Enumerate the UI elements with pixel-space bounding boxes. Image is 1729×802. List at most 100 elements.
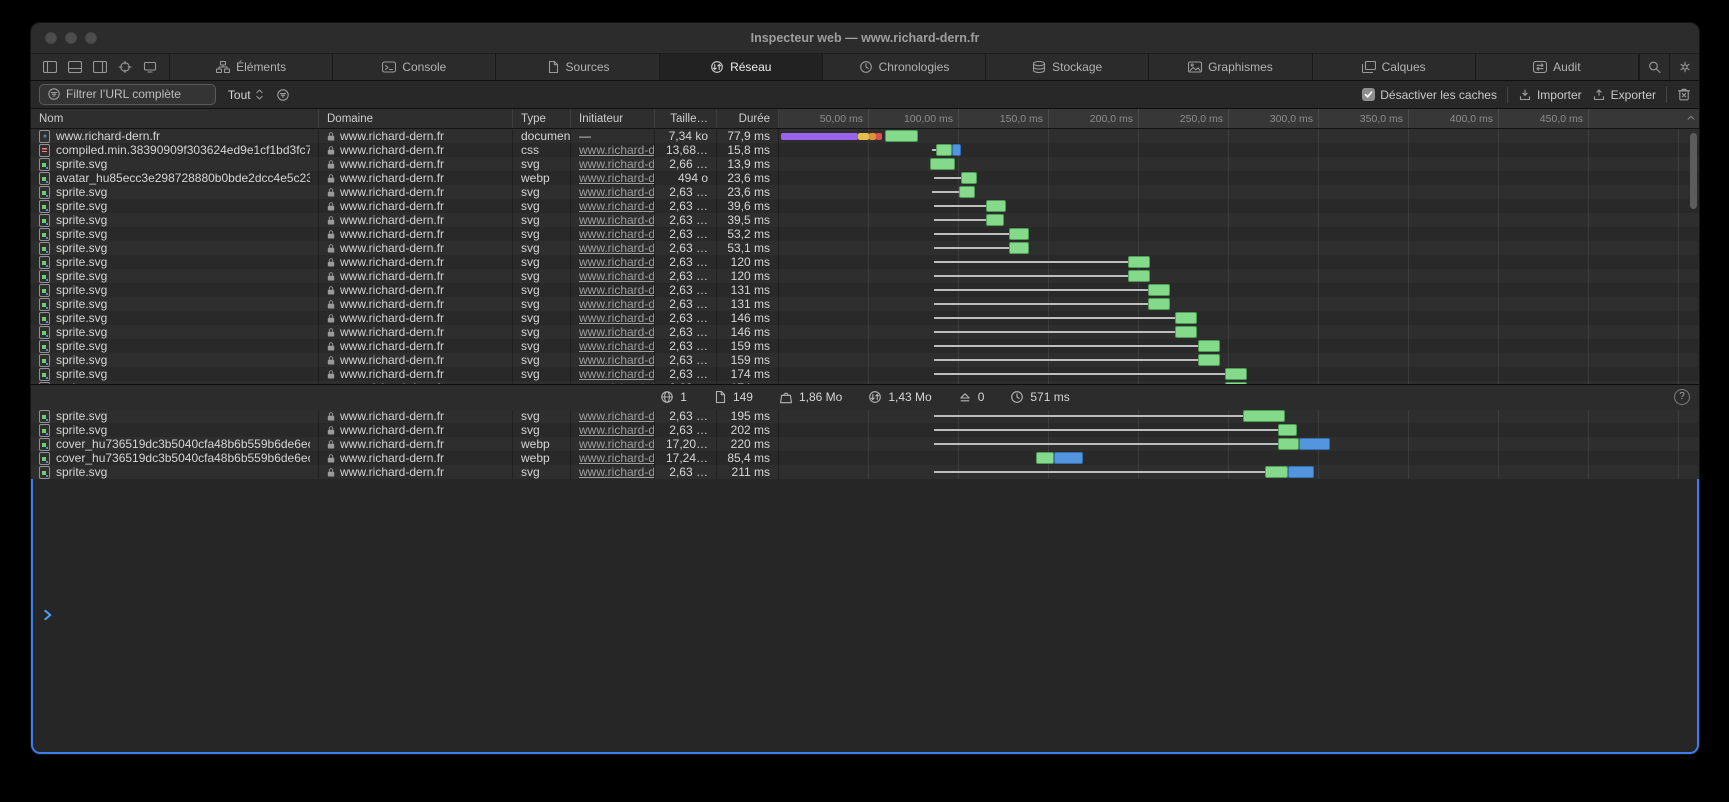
resource-initiator[interactable]: www.richard-d… [579, 227, 655, 241]
resource-initiator[interactable]: www.richard-d… [579, 297, 655, 311]
dock-right-icon[interactable] [93, 61, 107, 73]
table-row[interactable]: compiled.min.38390909f303624ed9e1cf1bd3f… [31, 143, 1699, 157]
close-button[interactable] [45, 32, 57, 44]
dock-left-icon[interactable] [43, 61, 57, 73]
resource-initiator[interactable]: www.richard-d… [579, 339, 655, 353]
resource-initiator[interactable]: www.richard-d… [579, 311, 655, 325]
resource-initiator[interactable]: — [579, 129, 591, 143]
table-row[interactable]: sprite.svg www.richard-dern.fr svg www.r… [31, 283, 1699, 297]
resource-name: sprite.svg [56, 241, 107, 255]
console-prompt[interactable] [31, 476, 1699, 755]
clear-network-icon[interactable] [1677, 88, 1691, 101]
column-header-type[interactable]: Type [513, 109, 571, 128]
scroll-top-icon[interactable] [1686, 112, 1696, 124]
table-row[interactable]: sprite.svg www.richard-dern.fr svg www.r… [31, 311, 1699, 325]
table-row[interactable]: sprite.svg www.richard-dern.fr svg www.r… [31, 353, 1699, 367]
waterfall-green-segment [1148, 298, 1170, 310]
resource-initiator[interactable]: www.richard-d… [579, 283, 655, 297]
resource-initiator[interactable]: www.richard-d… [579, 199, 655, 213]
resource-initiator[interactable]: www.richard-d… [579, 171, 655, 185]
lock-icon [327, 229, 335, 240]
resource-name: cover_hu736519dc3b5040cfa48b6b559b6de6ec… [56, 451, 310, 465]
table-scrollbar[interactable] [1690, 133, 1697, 209]
table-row[interactable]: avatar_hu85ecc3e298728880b0bde2dcc4e5c23… [31, 171, 1699, 185]
tab-label: Éléments [236, 60, 286, 74]
disable-caches-checkbox[interactable]: Désactiver les caches [1362, 88, 1497, 102]
table-row[interactable]: sprite.svg www.richard-dern.fr svg www.r… [31, 325, 1699, 339]
resource-size: 2,63 … [669, 269, 708, 283]
waterfall-line-segment [934, 359, 1199, 361]
search-icon[interactable] [1639, 54, 1669, 80]
resource-initiator[interactable]: www.richard-d… [579, 353, 655, 367]
resource-initiator[interactable]: www.richard-d… [579, 367, 655, 381]
column-header-taille[interactable]: Taille… [655, 109, 717, 128]
gear-icon[interactable] [1669, 54, 1699, 80]
resource-initiator[interactable]: www.richard-d… [579, 451, 655, 465]
tab-elements[interactable]: Éléments [170, 54, 333, 80]
tab-stockage[interactable]: Stockage [986, 54, 1149, 80]
lock-icon [327, 159, 335, 170]
table-row[interactable]: sprite.svg www.richard-dern.fr svg www.r… [31, 157, 1699, 171]
resource-initiator[interactable]: www.richard-d… [579, 213, 655, 227]
table-row[interactable]: sprite.svg www.richard-dern.fr svg www.r… [31, 409, 1699, 423]
table-row[interactable]: sprite.svg www.richard-dern.fr svg www.r… [31, 199, 1699, 213]
export-button[interactable]: Exporter [1592, 88, 1656, 102]
resource-initiator[interactable]: www.richard-d… [579, 241, 655, 255]
help-button[interactable]: ? [1674, 389, 1690, 405]
table-row[interactable]: cover_hu736519dc3b5040cfa48b6b559b6de6ec… [31, 437, 1699, 451]
tab-sources[interactable]: Sources [496, 54, 659, 80]
column-header-nom[interactable]: Nom [31, 109, 319, 128]
tab-calques[interactable]: Calques [1313, 54, 1476, 80]
table-row[interactable]: sprite.svg www.richard-dern.fr svg www.r… [31, 423, 1699, 437]
dock-bottom-icon[interactable] [68, 61, 82, 73]
type-filter-select[interactable]: Tout [228, 88, 264, 102]
table-row[interactable]: sprite.svg www.richard-dern.fr svg www.r… [31, 269, 1699, 283]
table-row[interactable]: cover_hu736519dc3b5040cfa48b6b559b6de6ec… [31, 451, 1699, 465]
table-row[interactable]: sprite.svg www.richard-dern.fr svg www.r… [31, 339, 1699, 353]
ruler-label: 400,0 ms [1409, 109, 1499, 128]
titlebar[interactable]: Inspecteur web — www.richard-dern.fr [31, 23, 1699, 53]
resource-name: sprite.svg [56, 157, 107, 171]
resource-initiator[interactable]: www.richard-d… [579, 143, 655, 157]
table-row[interactable]: sprite.svg www.richard-dern.fr svg www.r… [31, 255, 1699, 269]
url-filter-input[interactable]: Filtrer l’URL complète [39, 84, 216, 105]
tab-console[interactable]: Console [333, 54, 496, 80]
table-row[interactable]: sprite.svg www.richard-dern.fr svg www.r… [31, 367, 1699, 381]
window-title: Inspecteur web — www.richard-dern.fr [751, 31, 980, 45]
waterfall-cell [779, 437, 1699, 451]
resource-initiator[interactable]: www.richard-d… [579, 437, 655, 451]
column-header-duree[interactable]: Durée [717, 109, 779, 128]
import-button[interactable]: Importer [1518, 88, 1582, 102]
resource-initiator[interactable]: www.richard-d… [579, 269, 655, 283]
resource-duration: 15,8 ms [727, 143, 770, 157]
clock-icon [1010, 391, 1024, 403]
tab-reseau[interactable]: Réseau [660, 54, 823, 80]
table-row[interactable]: sprite.svg www.richard-dern.fr svg www.r… [31, 241, 1699, 255]
device-icon[interactable] [143, 61, 157, 73]
sources-icon [546, 61, 560, 73]
resource-initiator[interactable]: www.richard-d… [579, 325, 655, 339]
table-row[interactable]: sprite.svg www.richard-dern.fr svg www.r… [31, 227, 1699, 241]
element-picker-icon[interactable] [118, 61, 132, 73]
column-header-domaine[interactable]: Domaine [319, 109, 513, 128]
table-row[interactable]: www.richard-dern.fr www.richard-dern.fr … [31, 129, 1699, 143]
tab-chronologies[interactable]: Chronologies [823, 54, 986, 80]
tab-audit[interactable]: Audit [1476, 54, 1639, 80]
resource-initiator[interactable]: www.richard-d… [579, 157, 655, 171]
tab-graphismes[interactable]: Graphismes [1149, 54, 1312, 80]
minimize-button[interactable] [65, 32, 77, 44]
resource-initiator[interactable]: www.richard-d… [579, 409, 655, 423]
resource-name: sprite.svg [56, 409, 107, 423]
resource-initiator[interactable]: www.richard-d… [579, 185, 655, 199]
resource-initiator[interactable]: www.richard-d… [579, 465, 655, 479]
resource-initiator[interactable]: www.richard-d… [579, 423, 655, 437]
table-row[interactable]: sprite.svg www.richard-dern.fr svg www.r… [31, 185, 1699, 199]
column-header-initiateur[interactable]: Initiateur [571, 109, 655, 128]
table-row[interactable]: sprite.svg www.richard-dern.fr svg www.r… [31, 213, 1699, 227]
zoom-button[interactable] [85, 32, 97, 44]
resource-duration: 13,9 ms [727, 157, 770, 171]
table-row[interactable]: sprite.svg www.richard-dern.fr svg www.r… [31, 465, 1699, 479]
filter-options-icon[interactable] [276, 89, 290, 101]
resource-initiator[interactable]: www.richard-d… [579, 255, 655, 269]
table-row[interactable]: sprite.svg www.richard-dern.fr svg www.r… [31, 297, 1699, 311]
